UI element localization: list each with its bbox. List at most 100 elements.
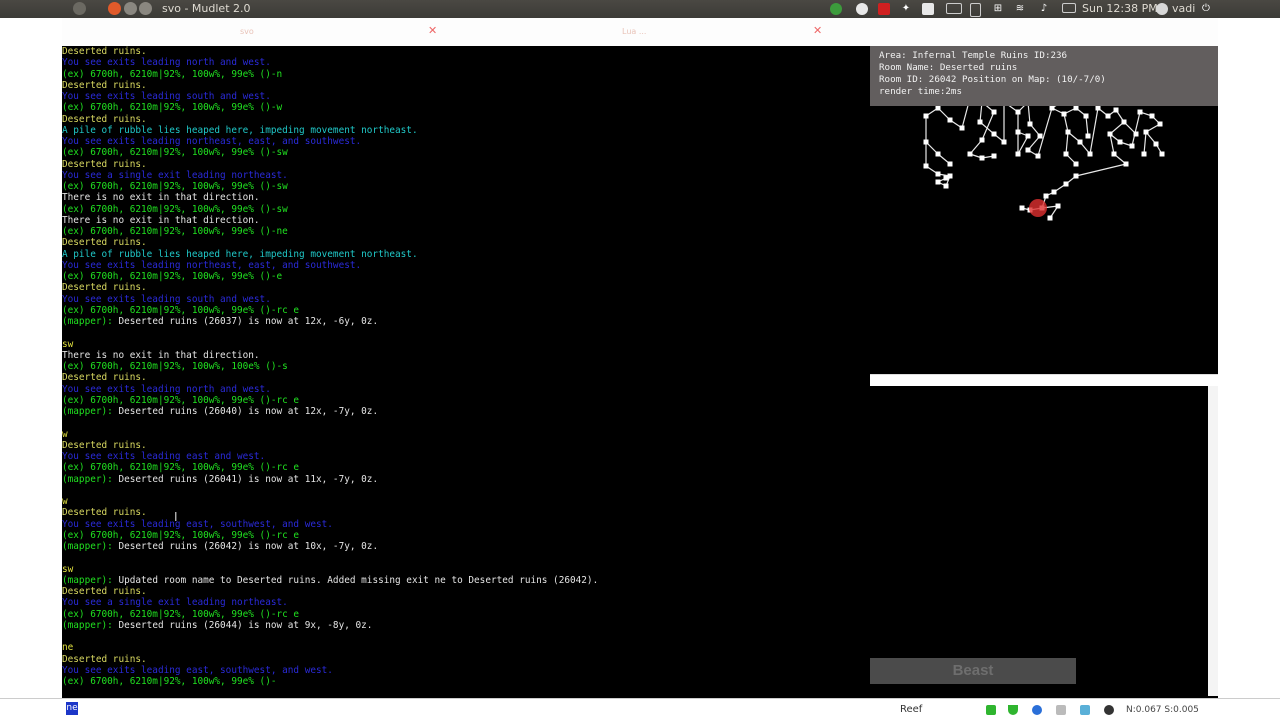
close-icon[interactable]: ✕ — [813, 24, 822, 37]
clock[interactable]: Sun 12:38 PM — [1082, 2, 1158, 15]
map-room[interactable] — [979, 137, 985, 143]
cloud-icon[interactable] — [856, 3, 868, 15]
power-icon[interactable]: ⏻ — [1200, 3, 1212, 15]
map-room[interactable] — [977, 119, 983, 125]
map-room[interactable] — [947, 117, 953, 123]
wifi-icon[interactable]: ≋ — [1014, 3, 1026, 15]
user-name[interactable]: vadi — [1172, 2, 1195, 15]
map-room[interactable] — [1035, 153, 1041, 159]
display-icon[interactable] — [946, 3, 962, 14]
map-room[interactable] — [1153, 141, 1159, 147]
map-room[interactable] — [991, 109, 997, 115]
close-window-button[interactable] — [108, 2, 121, 15]
map-room[interactable] — [1019, 205, 1025, 211]
map-room[interactable] — [1001, 139, 1007, 145]
map-room[interactable] — [1083, 113, 1089, 119]
map-room[interactable] — [935, 171, 941, 177]
map-room[interactable] — [959, 125, 965, 131]
map-room[interactable] — [1137, 109, 1143, 115]
map-room[interactable] — [1105, 113, 1111, 119]
connected-icon[interactable] — [986, 705, 996, 715]
map-room[interactable] — [1047, 215, 1053, 221]
beast-button[interactable]: Beast — [870, 658, 1076, 684]
shield-icon[interactable] — [1008, 705, 1018, 715]
map-room[interactable] — [1107, 131, 1113, 137]
sync-icon[interactable] — [830, 3, 842, 15]
map-room[interactable] — [1049, 105, 1055, 111]
map-room[interactable] — [923, 113, 929, 119]
map-room[interactable] — [1077, 139, 1083, 145]
network-icon[interactable] — [1080, 705, 1090, 715]
map-room[interactable] — [1063, 181, 1069, 187]
map-room[interactable] — [991, 131, 997, 137]
map-room[interactable] — [943, 175, 949, 181]
console-line: You see a single exit leading northeast. — [62, 169, 288, 181]
dash-button[interactable] — [73, 2, 86, 15]
map-room[interactable] — [991, 153, 997, 159]
ghost-icon[interactable] — [1104, 705, 1114, 715]
lower-scrollbar[interactable] — [1208, 386, 1218, 696]
net-stats: N:0.067 S:0.005 — [1126, 705, 1199, 715]
map-room[interactable] — [1123, 161, 1129, 167]
map-room[interactable] — [1073, 161, 1079, 167]
map-room[interactable] — [1065, 129, 1071, 135]
map-room[interactable] — [967, 151, 973, 157]
info-icon[interactable] — [1032, 705, 1042, 715]
map-room[interactable] — [1055, 203, 1061, 209]
map-room[interactable] — [935, 179, 941, 185]
map-room[interactable] — [947, 161, 953, 167]
map-room[interactable] — [1015, 109, 1021, 115]
clipboard-icon[interactable] — [922, 3, 934, 15]
map-room[interactable] — [1027, 121, 1033, 127]
mail-icon[interactable] — [1062, 3, 1076, 13]
map-room[interactable] — [1015, 151, 1021, 157]
map-room[interactable] — [1117, 139, 1123, 145]
map-room[interactable] — [1015, 129, 1021, 135]
map-room[interactable] — [1113, 107, 1119, 113]
map-room[interactable] — [1087, 151, 1093, 157]
map-room[interactable] — [943, 183, 949, 189]
map-room[interactable] — [979, 155, 985, 161]
map-room[interactable] — [1121, 119, 1127, 125]
map-room[interactable] — [1025, 133, 1031, 139]
map-room[interactable] — [1095, 105, 1101, 111]
map-room[interactable] — [1085, 133, 1091, 139]
console-line: (mapper): Deserted ruins (26040) is now … — [62, 406, 870, 417]
map-room[interactable] — [1111, 151, 1117, 157]
main-console[interactable]: Deserted ruins. You see exits leading nor… — [62, 46, 870, 696]
map-room[interactable] — [1149, 113, 1155, 119]
map-room[interactable] — [923, 163, 929, 169]
mapper-panel[interactable]: Area: Infernal Temple Ruins ID:236 Room … — [870, 46, 1218, 374]
volume-icon[interactable]: ♪ — [1038, 3, 1050, 15]
map-room[interactable] — [1159, 151, 1165, 157]
layout-icon[interactable]: ⊞ — [992, 3, 1004, 15]
red-app-icon[interactable] — [878, 3, 890, 15]
keyboard-icon[interactable] — [1056, 705, 1066, 715]
tab-lua[interactable]: Lua ... ✕ — [447, 18, 832, 46]
map-room[interactable] — [1141, 151, 1147, 157]
map-room[interactable] — [1051, 189, 1057, 195]
map-room[interactable] — [1063, 151, 1069, 157]
map-room[interactable] — [1025, 147, 1031, 153]
map-room[interactable] — [935, 105, 941, 111]
tab-svo[interactable]: svo ✕ — [62, 18, 447, 46]
command-input[interactable]: ne — [66, 702, 78, 715]
battery-icon[interactable] — [970, 3, 981, 17]
map-room[interactable] — [1043, 193, 1049, 199]
map-room[interactable] — [1073, 173, 1079, 179]
maximize-window-button[interactable] — [139, 2, 152, 15]
map-room[interactable] — [1037, 133, 1043, 139]
map-room[interactable] — [1129, 143, 1135, 149]
map-room[interactable] — [1143, 129, 1149, 135]
map-room[interactable] — [1157, 121, 1163, 127]
minimize-window-button[interactable] — [124, 2, 137, 15]
close-icon[interactable]: ✕ — [428, 24, 437, 37]
map-room[interactable] — [1073, 105, 1079, 111]
tools-icon[interactable]: ✦ — [900, 3, 912, 15]
map-room[interactable] — [935, 151, 941, 157]
map-room[interactable] — [1061, 111, 1067, 117]
map-room[interactable] — [923, 139, 929, 145]
console-line: (ex) 6700h, 6210m|92%, 100w%, 99e% ()-w — [62, 102, 283, 114]
map-room[interactable] — [1133, 131, 1139, 137]
